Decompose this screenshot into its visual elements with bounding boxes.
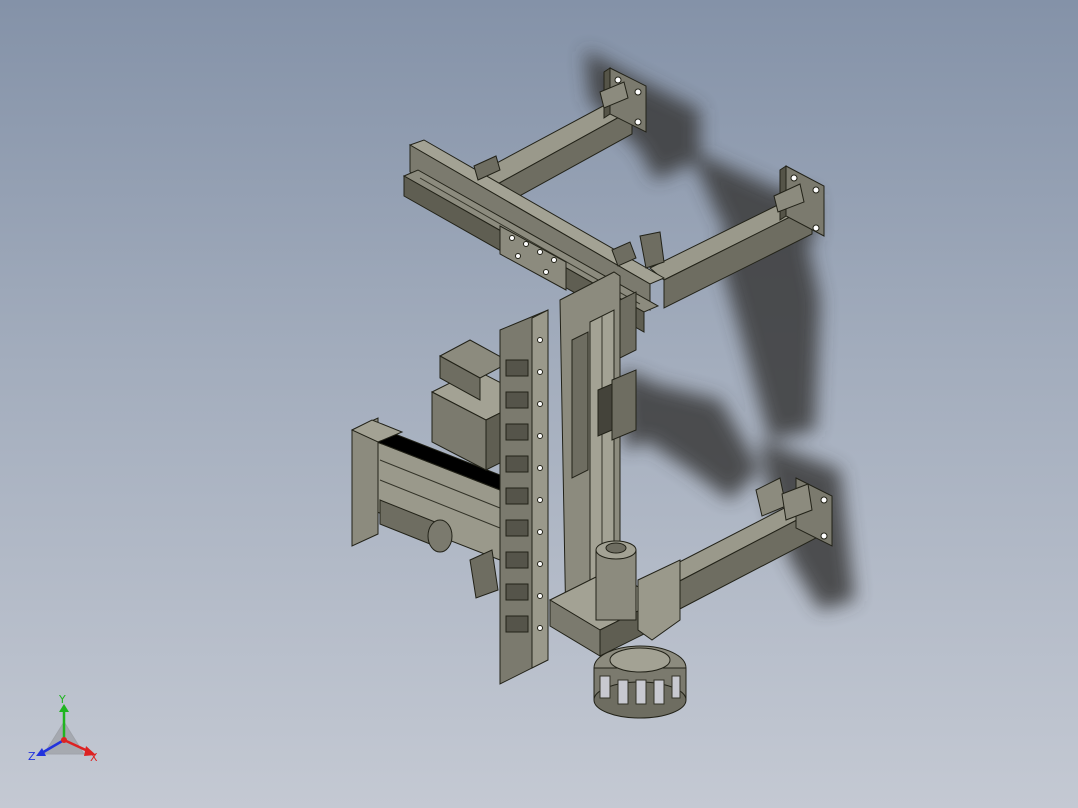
coordinate-triad: Y Z X — [26, 694, 106, 770]
x-axis-label: X — [90, 751, 98, 764]
rotary-gripper — [593, 645, 687, 719]
cad-viewport[interactable]: Y Z X — [0, 0, 1078, 808]
cable-drag-chain — [499, 309, 549, 685]
cad-model[interactable] — [0, 0, 1078, 808]
z-axis-label: Z — [28, 750, 36, 763]
y-axis-label: Y — [59, 693, 66, 706]
